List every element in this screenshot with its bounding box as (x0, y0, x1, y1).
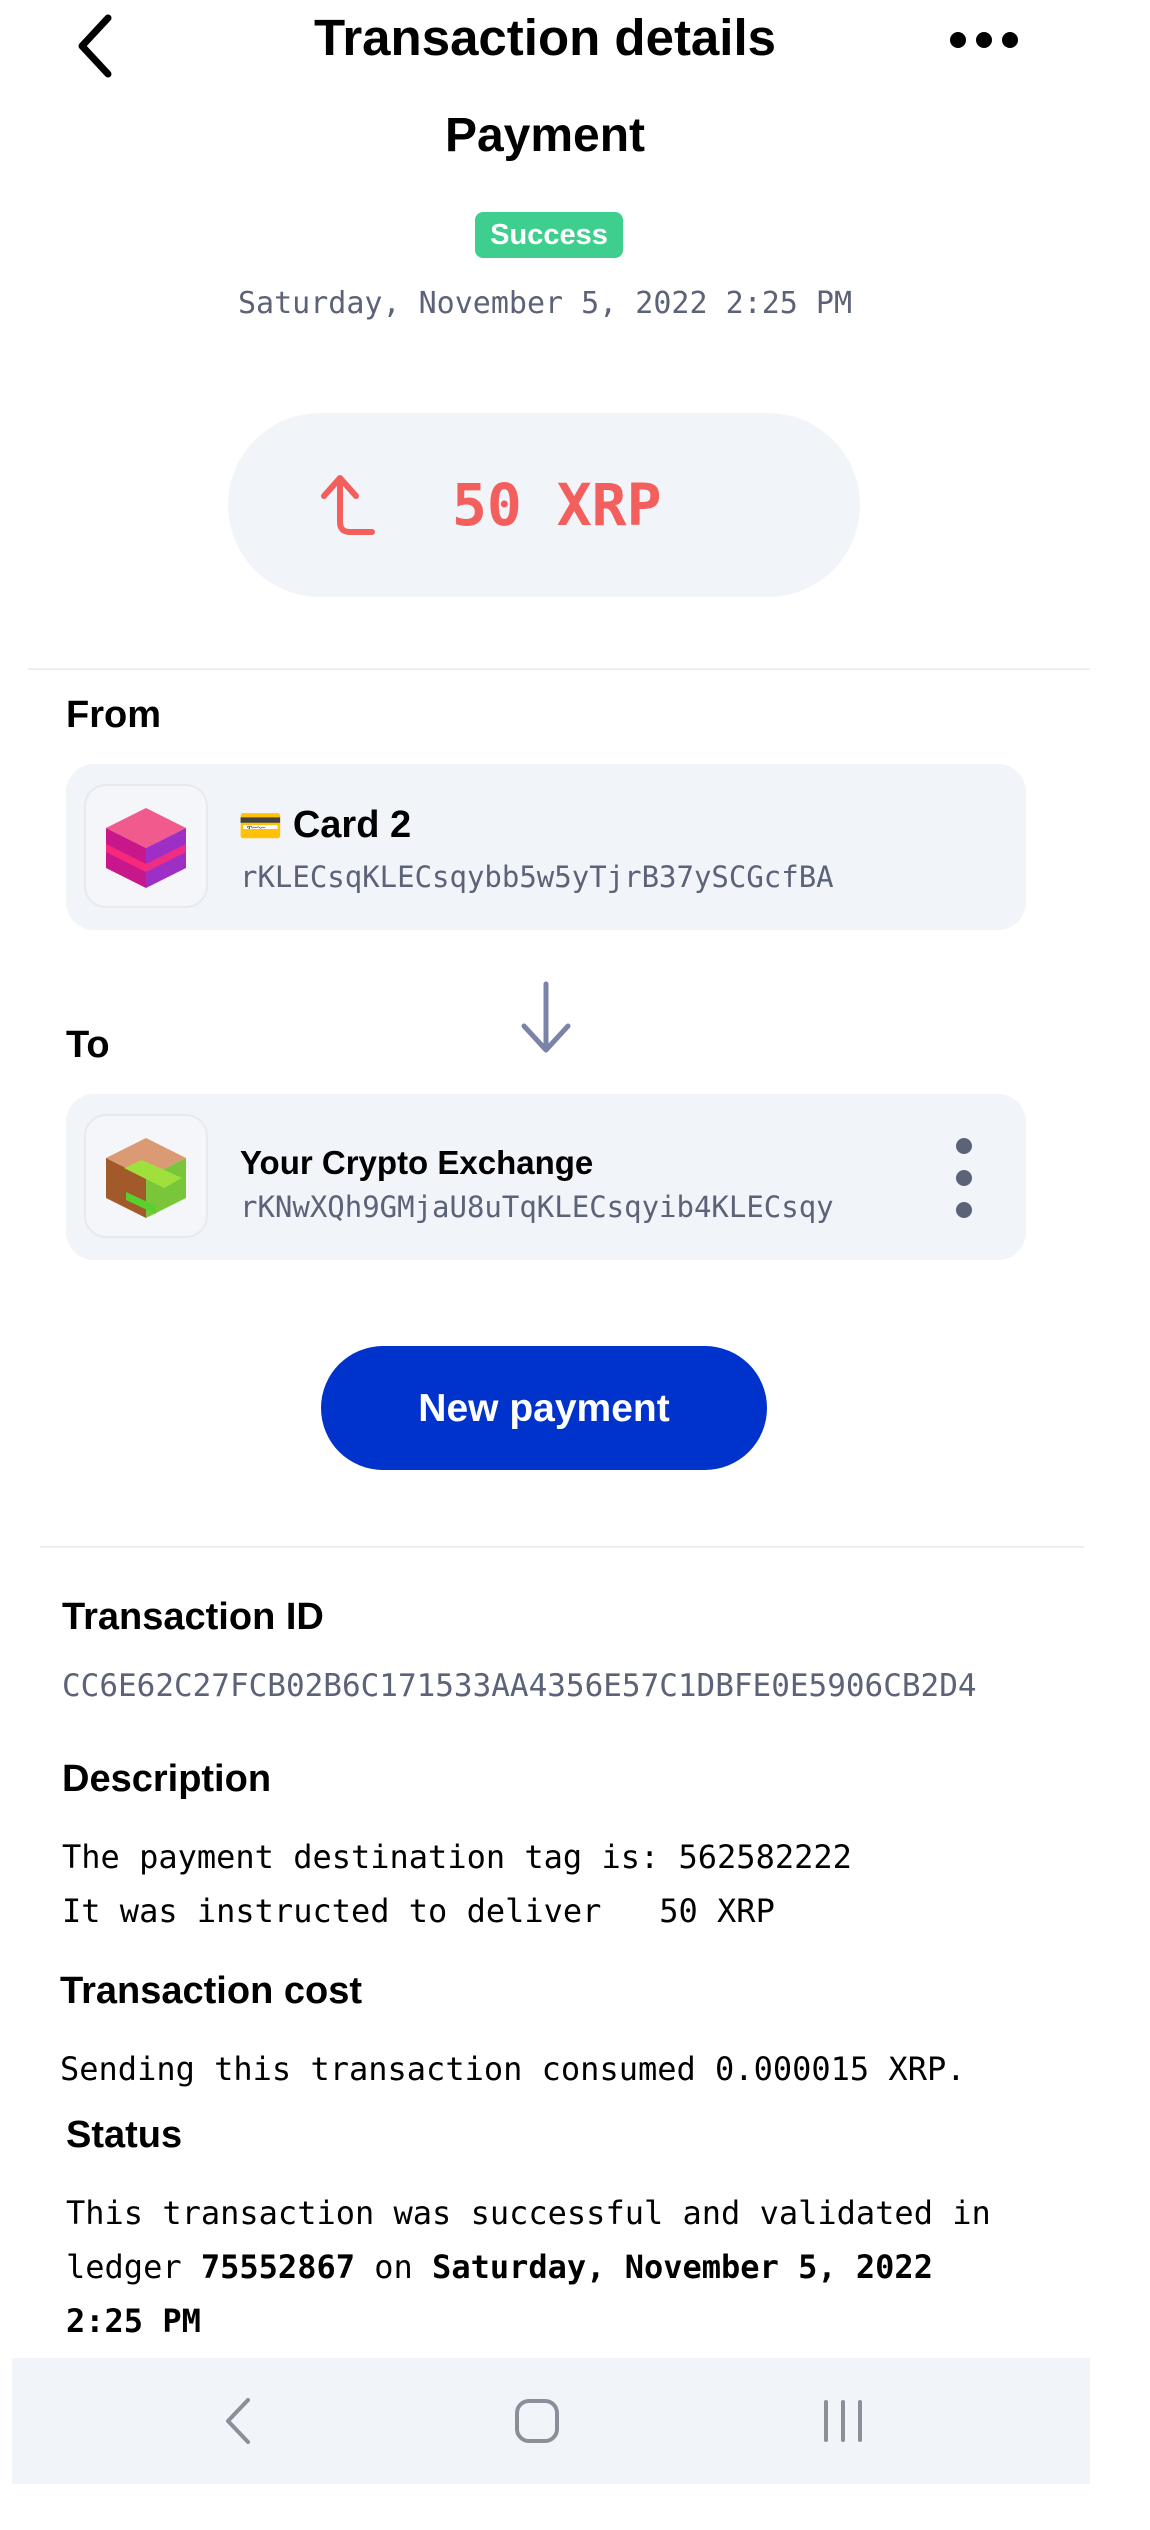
transaction-datetime: Saturday, November 5, 2022 2:25 PM (237, 286, 853, 321)
down-arrow-icon (521, 981, 571, 1053)
kebab-dot (956, 1202, 972, 1218)
transaction-id-value[interactable]: CC6E62C27FCB02B6C171533AA4356E57C1DBFE0E… (62, 1668, 977, 1704)
kebab-menu-icon (956, 1138, 972, 1154)
from-account-avatar (84, 784, 208, 908)
amount-value: 50 XRP (452, 471, 662, 539)
description-line-2: It was instructed to deliver 50 XRP (62, 1892, 775, 1930)
to-account-name: Your Crypto Exchange (240, 1144, 594, 1181)
status-date: Saturday, November 5, 2022 (432, 2248, 933, 2286)
nav-recents-icon[interactable] (820, 2398, 866, 2444)
from-account-address: rKLECsqKLECsqybb5w5yTjrB37ySCGcfBA (240, 860, 834, 894)
status-text-line-1: This transaction was successful and vali… (66, 2194, 991, 2232)
more-dot (976, 32, 992, 48)
kebab-dot (956, 1170, 972, 1186)
status-text-on: on (354, 2248, 433, 2286)
from-account-card[interactable]: 💳 Card 2 rKLECsqKLECsqybb5w5yTjrB37ySCGc… (66, 764, 1026, 930)
cube-icon-pink (106, 808, 186, 888)
cube-icon-green (106, 1138, 186, 1218)
status-label: Status (66, 2114, 183, 2156)
nav-home-icon[interactable] (514, 2398, 560, 2444)
account-options-button[interactable] (944, 1138, 984, 1218)
status-text-ledger-prefix: ledger (66, 2248, 201, 2286)
transaction-type: Payment (444, 109, 646, 162)
to-label: To (66, 1024, 110, 1066)
more-options-icon (950, 32, 966, 48)
system-navigation-bar (12, 2358, 1090, 2484)
to-account-avatar (84, 1114, 208, 1238)
transaction-id-label: Transaction ID (62, 1596, 324, 1638)
divider (28, 668, 1090, 670)
description-line-1: The payment destination tag is: 56258222… (62, 1838, 852, 1876)
description-label: Description (62, 1758, 272, 1800)
status-badge: Success (475, 212, 623, 258)
from-label: From (66, 694, 161, 736)
from-account-title: 💳 Card 2 (238, 804, 411, 847)
page-title: Transaction details (314, 9, 776, 66)
transaction-cost-label: Transaction cost (60, 1970, 362, 2012)
from-account-name: Card 2 (292, 804, 412, 846)
status-text-line-2: ledger 75552867 on Saturday, November 5,… (66, 2240, 933, 2294)
status-time: 2:25 PM (66, 2302, 201, 2340)
to-account-address: rKNwXQh9GMjaU8uTqKLECsqyib4KLECsqy (240, 1190, 834, 1224)
transaction-cost-text: Sending this transaction consumed 0.0000… (60, 2050, 966, 2088)
status-ledger-number: 75552867 (200, 2248, 355, 2286)
card-emoji-icon: 💳 (238, 804, 283, 846)
divider (40, 1546, 1084, 1548)
more-options-button[interactable] (950, 28, 1030, 52)
more-dot (1002, 32, 1018, 48)
new-payment-button[interactable]: New payment (321, 1346, 767, 1470)
to-account-card[interactable]: Your Crypto Exchange rKNwXQh9GMjaU8uTqKL… (66, 1094, 1026, 1260)
outgoing-arrow-icon (321, 475, 375, 535)
nav-back-icon[interactable] (218, 2396, 258, 2446)
